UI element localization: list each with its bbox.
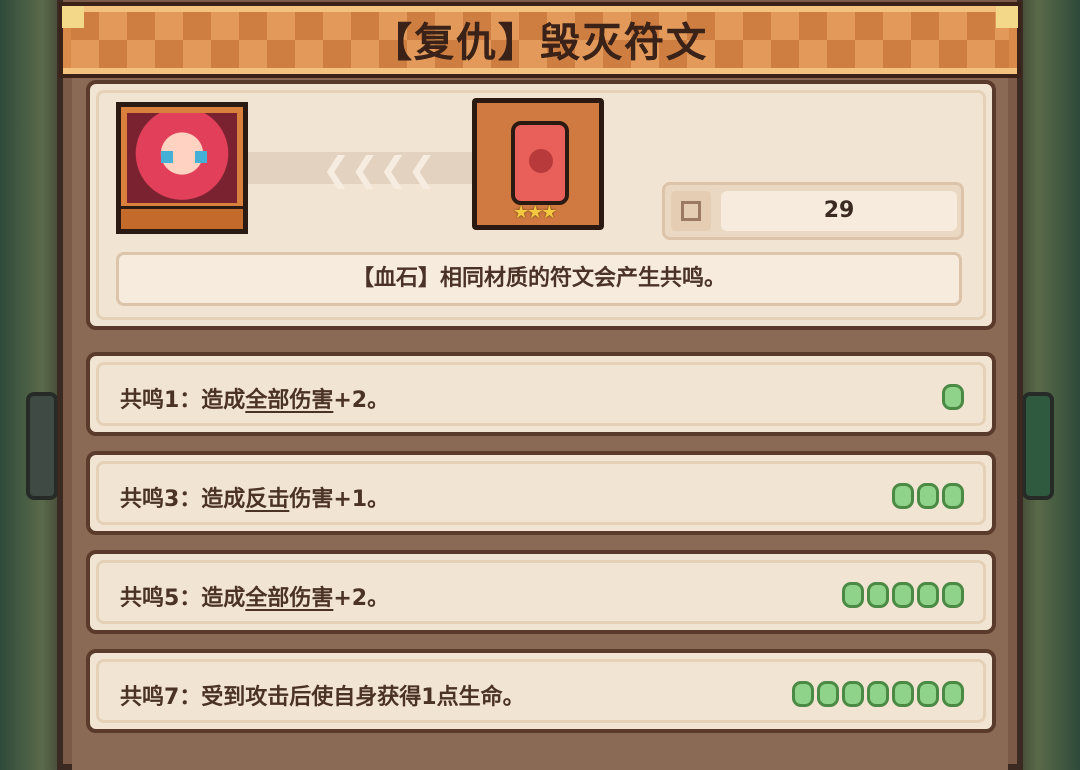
- resonance-dot: [942, 384, 964, 410]
- resonance-dot: [917, 681, 939, 707]
- resonance-dot: [892, 483, 914, 509]
- resonance-text-prefix: 共鸣3：造成: [120, 487, 246, 512]
- resonance-row: 共鸣3：造成反击伤害+1。: [86, 451, 996, 535]
- side-tab-right[interactable]: [1022, 392, 1054, 500]
- keyword-link[interactable]: 全部伤害: [245, 586, 333, 611]
- resonance-dot: [942, 681, 964, 707]
- resonance-dot: [842, 582, 864, 608]
- resonance-dot: [892, 582, 914, 608]
- resonance-dot: [867, 582, 889, 608]
- keyword-link[interactable]: 反击: [245, 487, 289, 512]
- resonance-dot: [942, 582, 964, 608]
- rune-count: 29: [662, 182, 964, 240]
- resonance-dots: [792, 681, 964, 707]
- resonance-text: 共鸣5：造成全部伤害+2。: [120, 580, 389, 612]
- resonance-dots: [842, 582, 964, 608]
- resonance-dots: [892, 483, 964, 509]
- hero-face: [127, 113, 237, 203]
- rune-description: 【血石】相同材质的符文会产生共鸣。: [116, 252, 962, 306]
- resonance-row: 共鸣1：造成全部伤害+2。: [86, 352, 996, 436]
- rune-stone: [511, 121, 569, 205]
- resonance-row: 共鸣7：受到攻击后使自身获得1点生命。: [86, 649, 996, 733]
- inventory-icon: [671, 191, 711, 231]
- rune-stars: ★★★: [513, 202, 557, 223]
- resonance-dot: [867, 681, 889, 707]
- resonance-text-prefix: 共鸣7：受到攻击后使自身获得1点生命。: [120, 685, 525, 710]
- hero-eye: [161, 151, 173, 163]
- resonance-text: 共鸣3：造成反击伤害+1。: [120, 481, 389, 513]
- resonance-dot: [917, 483, 939, 509]
- keyword-link[interactable]: 全部伤害: [245, 388, 333, 413]
- resonance-text-suffix: +2。: [333, 586, 390, 611]
- resonance-row: 共鸣5：造成全部伤害+2。: [86, 550, 996, 634]
- hero-eye: [195, 151, 207, 163]
- hero-portrait-icon[interactable]: [116, 102, 248, 234]
- banner-trim-bottom: [63, 68, 1017, 74]
- rune-count-value: 29: [721, 191, 957, 231]
- resonance-dot: [842, 681, 864, 707]
- resonance-dots: [942, 384, 964, 410]
- resonance-text: 共鸣1：造成全部伤害+2。: [120, 382, 389, 414]
- resonance-text-suffix: +2。: [333, 388, 390, 413]
- resonance-text-prefix: 共鸣5：造成: [120, 586, 246, 611]
- resonance-dot: [892, 681, 914, 707]
- hero-frame-bar: [121, 206, 243, 229]
- resonance-dot: [917, 582, 939, 608]
- chevron-left-icon: ❮❮❮❮: [322, 150, 436, 190]
- resonance-text-suffix: 伤害+1。: [289, 487, 390, 512]
- resonance-dot: [942, 483, 964, 509]
- blood-rune-icon[interactable]: ★★★: [472, 98, 604, 230]
- page-title: 【复仇】毁灭符文: [372, 20, 708, 66]
- resonance-dot: [817, 681, 839, 707]
- resonance-text-prefix: 共鸣1：造成: [120, 388, 246, 413]
- resonance-text: 共鸣7：受到攻击后使自身获得1点生命。: [120, 679, 525, 711]
- side-tab-left[interactable]: [26, 392, 58, 500]
- resonance-dot: [792, 681, 814, 707]
